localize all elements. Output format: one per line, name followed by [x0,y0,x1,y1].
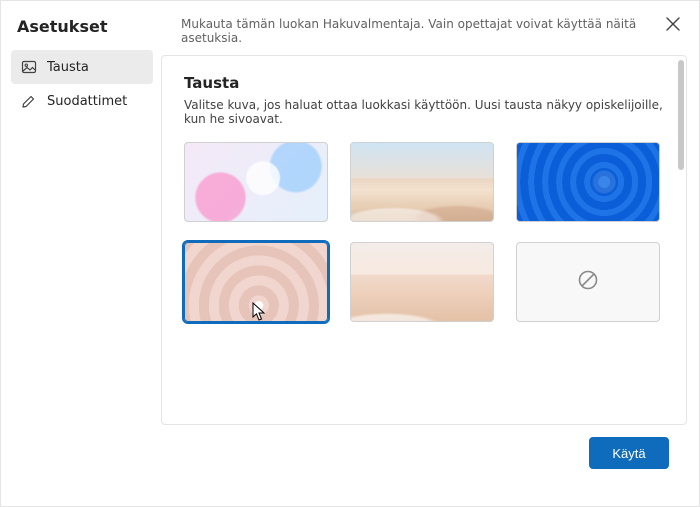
sidebar: Asetukset Tausta Suodattimet [1,1,161,118]
sidebar-item-label: Tausta [47,60,89,75]
scrollbar[interactable] [678,60,684,170]
background-option-desert-dunes[interactable] [350,142,494,222]
intro-text: Mukauta tämän luokan Hakuvalmentaja. Vai… [161,17,687,49]
background-panel: Tausta Valitse kuva, jos haluat ottaa lu… [161,55,687,425]
dialog-footer: Käytä [161,425,687,469]
sidebar-item-label: Suodattimet [47,94,127,109]
pencil-icon [21,93,37,109]
sidebar-item-tausta[interactable]: Tausta [11,50,153,84]
background-option-pink-petals[interactable] [184,242,328,322]
image-icon [21,59,37,75]
main-column: Mukauta tämän luokan Hakuvalmentaja. Vai… [161,1,699,469]
none-icon [577,269,599,295]
close-icon [666,17,680,34]
close-button[interactable] [659,11,687,39]
background-option-none[interactable] [516,242,660,322]
dialog-title: Asetukset [17,17,161,36]
background-option-windows-bloom[interactable] [516,142,660,222]
settings-dialog: Asetukset Tausta Suodattimet [0,0,700,507]
background-option-sand-pastel[interactable] [350,242,494,322]
panel-heading: Tausta [184,74,678,92]
cursor-icon [251,301,269,322]
background-grid [184,142,678,322]
sidebar-item-suodattimet[interactable]: Suodattimet [11,84,153,118]
apply-button[interactable]: Käytä [589,437,669,469]
background-option-abstract-bubbles[interactable] [184,142,328,222]
panel-description: Valitse kuva, jos haluat ottaa luokkasi … [184,98,678,126]
